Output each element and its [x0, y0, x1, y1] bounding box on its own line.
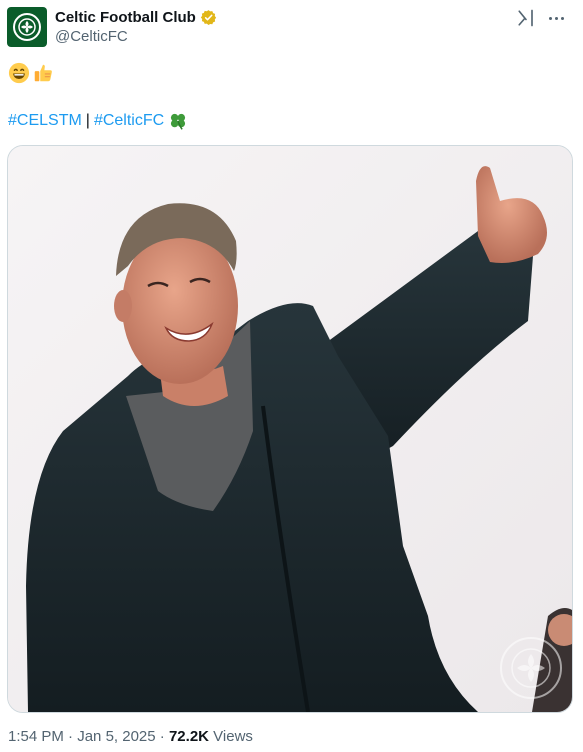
- tweet-time[interactable]: 1:54 PM: [8, 728, 64, 745]
- tweet-header: Celtic Football Club @CelticFC: [7, 7, 571, 49]
- celtic-crest-icon: [13, 13, 41, 41]
- handle[interactable]: @CelticFC: [55, 27, 217, 46]
- grok-icon[interactable]: [517, 9, 535, 27]
- tweet-photo[interactable]: [7, 145, 573, 713]
- display-name[interactable]: Celtic Football Club: [55, 8, 217, 27]
- four-leaf-clover-icon: [171, 113, 186, 130]
- grinning-face-icon: [8, 62, 30, 84]
- tweet-date[interactable]: Jan 5, 2025: [77, 728, 155, 745]
- hashtag-celstm[interactable]: #CELSTM: [8, 111, 82, 131]
- views-count: 72.2K: [168, 728, 209, 745]
- more-options-icon[interactable]: [543, 7, 571, 31]
- tweet-meta: 1:54 PM · Jan 5, 2025 · 72.2K Views: [8, 727, 253, 746]
- display-name-text: Celtic Football Club: [55, 9, 196, 26]
- avatar[interactable]: [7, 7, 47, 47]
- meta-separator: ·: [68, 728, 74, 745]
- hashtag-celticfc[interactable]: #CelticFC: [94, 111, 164, 131]
- thumbs-up-icon: [34, 64, 52, 82]
- meta-separator: ·: [159, 728, 165, 745]
- tweet-emojis: [8, 62, 54, 84]
- hashtag-separator: |: [85, 112, 90, 129]
- photo-man-thumbs-up: [8, 146, 572, 712]
- verified-badge-icon: [200, 10, 216, 25]
- views-label: Views: [213, 728, 253, 745]
- tweet-hashtags: #CELSTM | #CelticFC: [8, 111, 188, 131]
